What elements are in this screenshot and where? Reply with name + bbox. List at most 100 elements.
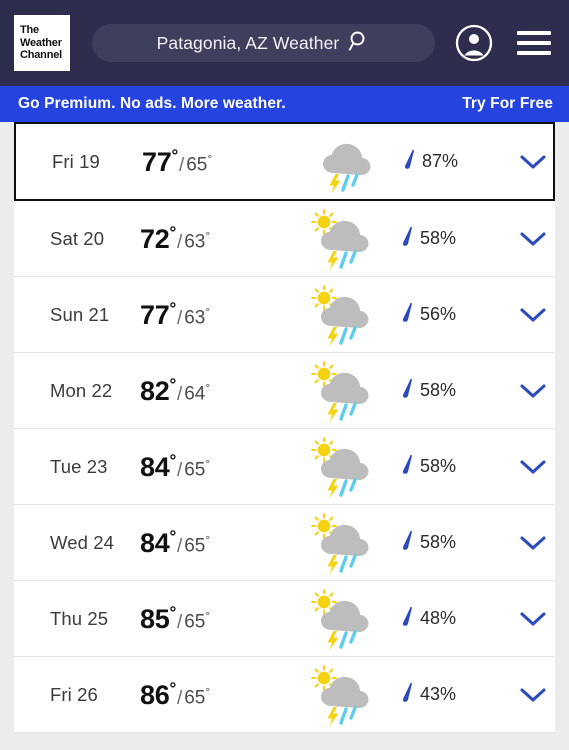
forecast-day-label: Sat 20 (50, 227, 105, 249)
forecast-temperature: 72° / 63° (140, 223, 290, 255)
lightning-bolt-glyph (327, 250, 339, 270)
search-icon[interactable] (348, 30, 370, 57)
forecast-day-label: Thu 25 (50, 607, 109, 629)
thunderstorm-rain-icon (292, 130, 402, 194)
temperature-separator: / (176, 611, 183, 633)
precipitation-chance: 87% (402, 148, 512, 175)
forecast-temperature: 84° / 65° (140, 451, 290, 483)
forecast-row[interactable]: Wed 24 84° / 65° 58% (14, 505, 555, 581)
account-avatar-icon[interactable] (455, 24, 493, 62)
forecast-row[interactable]: Thu 25 85° / 65° 48% (14, 581, 555, 657)
chevron-down-icon[interactable] (510, 382, 555, 400)
chevron-down-glyph (519, 154, 546, 169)
forecast-row[interactable]: Sat 20 72° / 63° 58% (14, 201, 555, 277)
lightning-bolt-glyph (327, 706, 339, 726)
forecast-temperature: 84° / 65° (140, 527, 290, 559)
forecast-row[interactable]: Mon 22 82° / 64° 58% (14, 353, 555, 429)
high-temperature: 77° (140, 298, 176, 330)
forecast-day-label: Mon 22 (50, 379, 113, 401)
forecast-temperature: 85° / 65° (140, 603, 290, 635)
lightning-bolt-glyph (329, 173, 341, 193)
forecast-temperature: 77° / 63° (140, 299, 290, 331)
raindrop-glyph (402, 226, 412, 246)
precipitation-chance: 48% (400, 605, 510, 632)
low-temperature: 65° (186, 152, 213, 176)
chevron-down-icon[interactable] (510, 686, 555, 704)
raindrop-glyph (402, 302, 412, 322)
low-temperature: 65° (184, 533, 211, 557)
chevron-down-icon[interactable] (510, 534, 555, 552)
raindrop-icon (400, 377, 413, 404)
search-input[interactable]: Patagonia, AZ Weather (92, 24, 435, 62)
raindrop-icon (400, 605, 413, 632)
forecast-row[interactable]: Fri 19 77° / 65° 87% (14, 122, 555, 201)
rain-streaks-glyph (339, 401, 357, 421)
raindrop-icon (400, 529, 413, 556)
weather-icon-glyph (311, 360, 369, 422)
raindrop-icon (400, 453, 413, 480)
high-temperature: 77° (142, 145, 178, 177)
chevron-down-icon[interactable] (510, 610, 555, 628)
low-temperature: 63° (184, 229, 211, 253)
forecast-row[interactable]: Fri 26 86° / 65° 43% (14, 657, 555, 733)
raindrop-glyph (402, 454, 412, 474)
rain-streaks-glyph (339, 477, 357, 497)
forecast-row[interactable]: Sun 21 77° / 63° 56% (14, 277, 555, 353)
rain-streaks-glyph (339, 249, 357, 269)
chevron-down-glyph (519, 231, 546, 246)
daily-forecast-list: Fri 19 77° / 65° 87% Sat 20 72° / 63° 58… (0, 122, 569, 750)
chevron-down-icon[interactable] (510, 230, 555, 248)
hamburger-bar (517, 51, 551, 55)
chevron-down-icon[interactable] (510, 306, 555, 324)
precipitation-value: 43% (420, 684, 457, 704)
low-temperature: 64° (184, 381, 211, 405)
forecast-day-label: Fri 26 (50, 683, 98, 705)
sun-thunderstorm-rain-icon (290, 587, 400, 651)
premium-promo-banner[interactable]: Go Premium. No ads. More weather. Try Fo… (0, 86, 569, 122)
hamburger-menu-icon[interactable] (517, 31, 551, 55)
sun-thunderstorm-rain-icon (290, 663, 400, 727)
raindrop-glyph (402, 682, 412, 702)
hamburger-bar (517, 31, 551, 35)
precipitation-value: 58% (420, 456, 457, 476)
precipitation-chance: 58% (400, 453, 510, 480)
precipitation-value: 48% (420, 608, 457, 628)
precipitation-chance: 43% (400, 681, 510, 708)
high-temperature: 86° (140, 678, 176, 710)
raindrop-glyph (402, 530, 412, 550)
forecast-row[interactable]: Tue 23 84° / 65° 58% (14, 429, 555, 505)
raindrop-glyph (402, 378, 412, 398)
forecast-temperature: 86° / 65° (140, 679, 290, 711)
weather-icon-glyph (311, 208, 369, 270)
promo-message: Go Premium. No ads. More weather. (18, 95, 286, 112)
chevron-down-glyph (519, 611, 546, 626)
temperature-separator: / (176, 383, 183, 405)
lightning-bolt-glyph (327, 554, 339, 574)
weather-icon-glyph (311, 436, 369, 498)
temperature-separator: / (176, 231, 183, 253)
sun-thunderstorm-rain-icon (290, 511, 400, 575)
logo-line-2: Weather (20, 36, 62, 49)
precipitation-chance: 58% (400, 225, 510, 252)
lightning-bolt-glyph (327, 326, 339, 346)
forecast-temperature: 77° / 65° (142, 146, 292, 178)
try-for-free-button[interactable]: Try For Free (462, 95, 553, 113)
chevron-down-glyph (519, 383, 546, 398)
temperature-separator: / (176, 459, 183, 481)
precipitation-value: 87% (422, 151, 459, 171)
raindrop-icon (400, 681, 413, 708)
weather-icon-glyph (323, 143, 371, 193)
rain-streaks-glyph (339, 325, 357, 345)
lightning-bolt-glyph (327, 630, 339, 650)
precipitation-chance: 58% (400, 377, 510, 404)
sun-thunderstorm-rain-icon (290, 435, 400, 499)
chevron-down-icon[interactable] (512, 153, 553, 171)
temperature-separator: / (176, 307, 183, 329)
the-weather-channel-logo[interactable]: The Weather Channel (14, 15, 70, 71)
precipitation-value: 58% (420, 380, 457, 400)
chevron-down-icon[interactable] (510, 458, 555, 476)
weather-icon-glyph (311, 588, 369, 650)
raindrop-glyph (404, 149, 414, 169)
precipitation-value: 58% (420, 228, 457, 248)
temperature-separator: / (176, 535, 183, 557)
